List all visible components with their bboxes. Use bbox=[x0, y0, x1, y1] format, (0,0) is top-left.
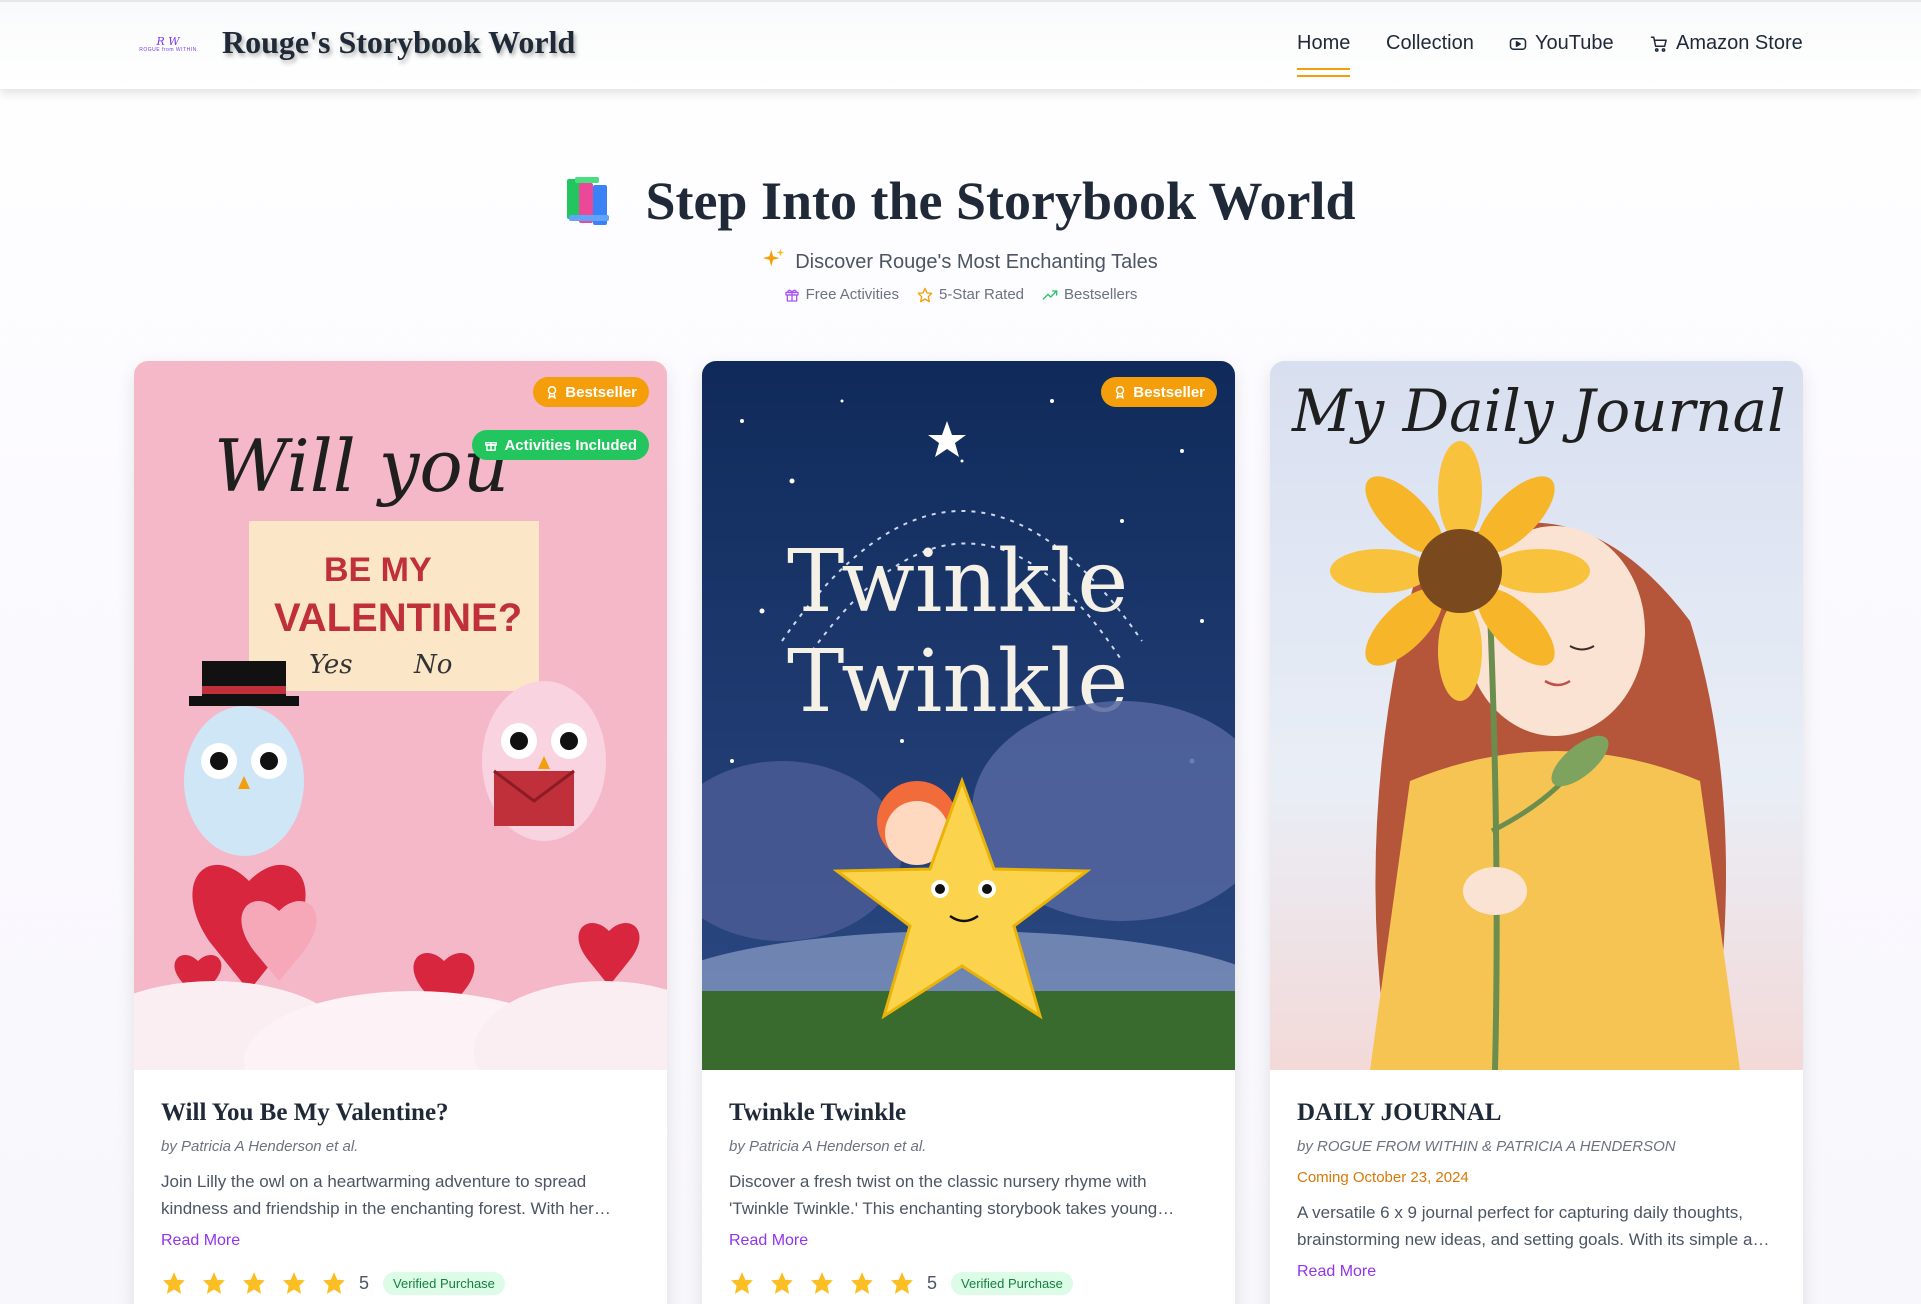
book-cover-twinkle[interactable]: Twinkle Twinkle bbox=[702, 361, 1235, 1070]
feature-label: Free Activities bbox=[805, 286, 899, 303]
star-filled-icon bbox=[283, 1272, 305, 1294]
feature-label: Bestsellers bbox=[1064, 286, 1138, 303]
star-filled-icon bbox=[323, 1272, 345, 1294]
award-icon bbox=[548, 386, 557, 399]
book-card-daily-journal[interactable]: My Daily Journal DAILY JOURNAL by ROGUE … bbox=[1270, 361, 1803, 1304]
star-filled-icon bbox=[811, 1272, 833, 1294]
feature-free-activities: Free Activities bbox=[784, 286, 899, 303]
cover-no: No bbox=[413, 650, 452, 680]
nav-youtube[interactable]: YouTube bbox=[1509, 32, 1614, 72]
book-title[interactable]: DAILY JOURNAL bbox=[1297, 1099, 1777, 1127]
feature-label: 5-Star Rated bbox=[938, 286, 1025, 303]
read-more-link[interactable]: Read More bbox=[161, 1232, 240, 1250]
book-cover-daily-journal[interactable]: My Daily Journal bbox=[1270, 361, 1803, 1070]
book-title[interactable]: Twinkle Twinkle bbox=[729, 1099, 1209, 1127]
book-author: by Patricia A Henderson et al. bbox=[161, 1138, 359, 1155]
nav-youtube-label: YouTube bbox=[1535, 32, 1614, 54]
card-body: DAILY JOURNAL by ROGUE FROM WITHIN & PAT… bbox=[1297, 1099, 1777, 1281]
book-description: Join Lilly the owl on a heartwarming adv… bbox=[161, 1172, 594, 1218]
star-outline-icon bbox=[917, 287, 933, 302]
read-more-link[interactable]: Read More bbox=[1297, 1263, 1376, 1281]
activities-badge: Activities Included bbox=[472, 430, 649, 460]
badge-label: Bestseller bbox=[1133, 383, 1205, 401]
award-icon bbox=[1116, 386, 1125, 399]
rating-row: 5 Verified Purchase bbox=[729, 1270, 1209, 1296]
feature-five-star: 5-Star Rated bbox=[917, 286, 1024, 303]
nav-collection[interactable]: Collection bbox=[1386, 32, 1474, 72]
nav-amazon-label: Amazon Store bbox=[1676, 32, 1803, 54]
rating-value: 5 bbox=[359, 1272, 370, 1293]
feature-bestsellers: Bestsellers bbox=[1042, 286, 1137, 303]
star-filled-icon bbox=[891, 1272, 913, 1294]
nav-home-label: Home bbox=[1297, 32, 1351, 54]
trending-up-icon bbox=[1042, 289, 1058, 300]
star-filled-icon bbox=[203, 1272, 225, 1294]
star-filled-icon bbox=[243, 1272, 265, 1294]
badge-label: Bestseller bbox=[565, 383, 637, 401]
star-filled-icon bbox=[771, 1272, 793, 1294]
star-filled-icon bbox=[851, 1272, 873, 1294]
badge-label: Activities Included bbox=[504, 436, 637, 454]
nav-collection-label: Collection bbox=[1386, 32, 1474, 54]
card-body: Twinkle Twinkle by Patricia A Henderson … bbox=[729, 1099, 1209, 1296]
rating-row: 5 Verified Purchase bbox=[161, 1270, 641, 1296]
card-body: Will You Be My Valentine? by Patricia A … bbox=[161, 1099, 641, 1296]
rating-value: 5 bbox=[927, 1272, 938, 1293]
cover-line-2: VALENTINE? bbox=[274, 596, 522, 640]
bestseller-badge: Bestseller bbox=[533, 377, 649, 407]
verified-badge: Verified Purchase bbox=[383, 1271, 505, 1295]
top-navbar: R W ROGUE from WITHIN Rouge's Storybook … bbox=[0, 0, 1921, 89]
feature-list: Free Activities 5-Star Rated Bestsellers bbox=[0, 286, 1921, 303]
star-filled-icon bbox=[163, 1272, 185, 1294]
book-card-twinkle[interactable]: Twinkle Twinkle Bestseller Twinkle Twink… bbox=[702, 361, 1235, 1304]
main-nav: Home Collection YouTube Amazon Store bbox=[0, 32, 1921, 77]
cover-title-script: My Daily Journal bbox=[1291, 377, 1786, 445]
star-filled-icon bbox=[731, 1272, 753, 1294]
cover-yes: Yes bbox=[309, 650, 353, 680]
cover-title-script: Will you bbox=[214, 424, 509, 508]
release-date: Coming October 23, 2024 bbox=[1297, 1169, 1469, 1186]
book-cover-valentine[interactable]: Will you BE MY VALENTINE? Yes No bbox=[134, 361, 667, 1070]
gift-icon bbox=[784, 289, 799, 302]
read-more-link[interactable]: Read More bbox=[729, 1232, 808, 1250]
book-description: Discover a fresh twist on the classic nu… bbox=[729, 1172, 1158, 1218]
hero-subtitle: Discover Rouge's Most Enchanting Tales bbox=[0, 248, 1921, 276]
hero-title: Step Into the Storybook World bbox=[0, 170, 1921, 232]
cart-icon bbox=[1650, 35, 1668, 53]
book-author: by ROGUE FROM WITHIN & PATRICIA A HENDER… bbox=[1297, 1138, 1676, 1155]
book-title[interactable]: Will You Be My Valentine? bbox=[161, 1099, 641, 1127]
hero-title-text: Step Into the Storybook World bbox=[645, 171, 1356, 231]
nav-amazon-store[interactable]: Amazon Store bbox=[1650, 32, 1803, 72]
star-rating bbox=[161, 1270, 347, 1296]
book-description: A versatile 6 x 9 journal perfect for ca… bbox=[1297, 1203, 1772, 1249]
verified-badge: Verified Purchase bbox=[951, 1271, 1073, 1295]
star-rating bbox=[729, 1270, 915, 1296]
book-card-valentine[interactable]: Will you BE MY VALENTINE? Yes No Bestsel… bbox=[134, 361, 667, 1304]
cover-line-1: BE MY bbox=[324, 551, 432, 589]
gift-icon bbox=[485, 441, 498, 451]
nav-home[interactable]: Home bbox=[1297, 32, 1351, 77]
youtube-icon bbox=[1509, 35, 1527, 53]
sparkles-icon bbox=[763, 248, 785, 276]
hero-subtitle-text: Discover Rouge's Most Enchanting Tales bbox=[795, 250, 1158, 273]
book-author: by Patricia A Henderson et al. bbox=[729, 1138, 927, 1155]
cover-title-1: Twinkle bbox=[787, 532, 1128, 632]
books-icon bbox=[565, 175, 623, 227]
bestseller-badge: Bestseller bbox=[1101, 377, 1217, 407]
